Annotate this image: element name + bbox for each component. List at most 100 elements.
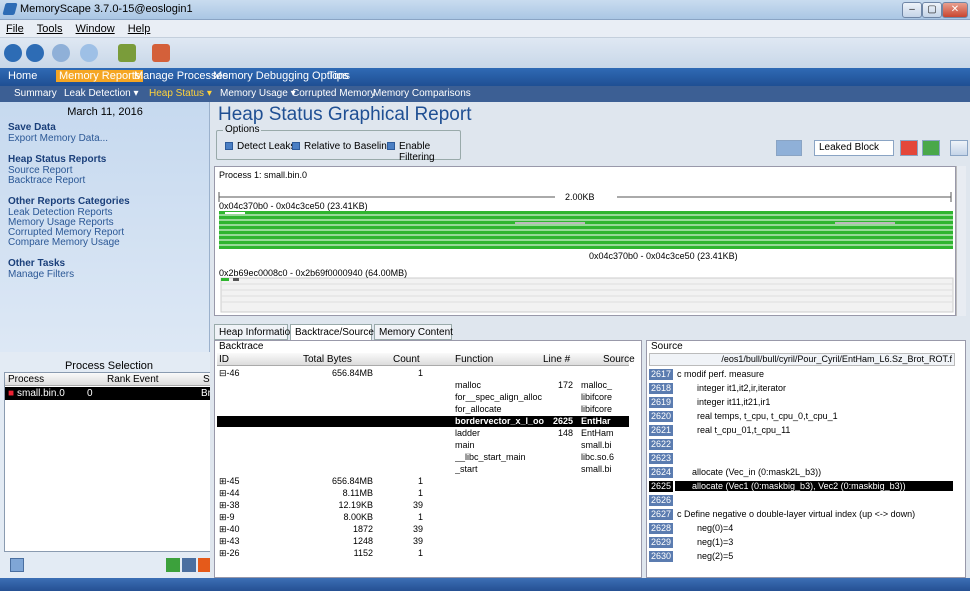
source-line[interactable]: 2623	[649, 453, 955, 465]
bug-icon[interactable]	[118, 44, 136, 62]
enable-filtering-checkbox[interactable]	[387, 142, 395, 150]
manage-filters-link[interactable]: Manage Filters	[8, 269, 74, 280]
bt-function: _start	[455, 464, 478, 474]
play-icon[interactable]	[166, 558, 180, 572]
source-line[interactable]: 2626	[649, 495, 955, 507]
bt-line: 172	[557, 380, 573, 390]
source-line[interactable]: 2620 real temps, t_cpu, t_cpu_0,t_cpu_1	[649, 411, 955, 423]
back-icon[interactable]	[4, 44, 22, 62]
tab-memory-content[interactable]: Memory Content	[374, 324, 453, 340]
process-icon[interactable]	[10, 558, 24, 572]
graph-scrollbar[interactable]	[956, 166, 966, 316]
source-line[interactable]: 2624 allocate (Vec_in (0:mask2L_b3))	[649, 467, 955, 479]
subtab-heap-status[interactable]: Heap Status ▾	[149, 88, 212, 99]
refresh-icon[interactable]	[52, 44, 70, 62]
block-type-select[interactable]: Leaked Block	[814, 140, 894, 156]
source-line[interactable]: 2625 allocate (Vec1 (0:maskbig_b3), Vec2…	[649, 481, 955, 493]
other-reports-heading: Other Reports Categories	[8, 196, 130, 207]
backtrace-row[interactable]: bordervector_x_l_oo 2625 EntHar	[217, 416, 629, 427]
tab-memory-reports[interactable]: Memory Reports	[56, 70, 144, 82]
bt-source: libifcore	[581, 392, 613, 402]
backtrace-report-link[interactable]: Backtrace Report	[8, 175, 85, 186]
tab-tips[interactable]: Tips	[328, 70, 348, 82]
subtab-leak-detection[interactable]: Leak Detection ▾	[64, 88, 139, 99]
bt-source: small.bi	[581, 440, 612, 450]
source-line[interactable]: 2629 neg(1)=3	[649, 537, 955, 549]
export-memory-data-link[interactable]: Export Memory Data...	[8, 133, 108, 144]
backtrace-row[interactable]: for_allocate libifcore	[217, 404, 629, 415]
home-icon[interactable]	[80, 44, 98, 62]
backtrace-row[interactable]: ⊞-38 12.19KB 39	[217, 500, 629, 511]
color-icon[interactable]	[900, 140, 918, 156]
source-line[interactable]: 2627 c Define negative o double-layer vir…	[649, 509, 955, 521]
subtab-memory-usage[interactable]: Memory Usage ▾	[220, 88, 296, 99]
source-line[interactable]: 2617 c modif perf. measure	[649, 369, 955, 381]
source-path: /eos1/bull/bull/cyril/Pour_Cyril/EntHam_…	[649, 353, 955, 366]
report-area: Heap Status Graphical Report Options Det…	[210, 102, 970, 578]
backtrace-row[interactable]: malloc 172 malloc_	[217, 380, 629, 391]
compare-memory-usage-link[interactable]: Compare Memory Usage	[8, 237, 120, 248]
backtrace-row[interactable]: ⊞-43 1248 39	[217, 536, 629, 547]
line-number: 2630	[649, 551, 673, 562]
backtrace-row[interactable]: _start small.bi	[217, 464, 629, 475]
pause-icon[interactable]	[182, 558, 196, 572]
heap-graph[interactable]: Process 1: small.bin.0 2.00KB 0x04c370b0…	[214, 166, 956, 316]
menu-file[interactable]: File	[6, 23, 24, 35]
detect-leaks-checkbox[interactable]	[225, 142, 233, 150]
graph-range2-label: 0x2b69ec0008c0 - 0x2b69f0000940 (64.00MB…	[219, 268, 408, 278]
col-process[interactable]: Process	[8, 374, 44, 385]
backtrace-row[interactable]: ladder 148 EntHam	[217, 428, 629, 439]
source-line[interactable]: 2621 real t_cpu_01,t_cpu_11	[649, 425, 955, 437]
subtab-memory-comparisons[interactable]: Memory Comparisons	[373, 88, 471, 99]
menu-help[interactable]: Help	[128, 23, 151, 35]
col-event[interactable]: Event	[133, 374, 159, 385]
bt-count: 39	[412, 536, 423, 546]
relative-baseline-checkbox[interactable]	[292, 142, 300, 150]
subtab-summary[interactable]: Summary	[14, 88, 57, 99]
col-rank[interactable]: Rank	[107, 374, 130, 385]
bt-id: ⊞-44	[219, 488, 240, 498]
bt-bytes: 656.84MB	[331, 476, 373, 486]
tab-backtrace-source[interactable]: Backtrace/Source	[290, 324, 374, 340]
maximize-button[interactable]: ▢	[922, 2, 942, 18]
close-button[interactable]: ✕	[942, 2, 968, 18]
minimize-button[interactable]: –	[902, 2, 922, 18]
tab-heap-information[interactable]: Heap Information	[214, 324, 296, 340]
menu-window[interactable]: Window	[76, 23, 115, 35]
source-line[interactable]: 2630 neg(2)=5	[649, 551, 955, 563]
backtrace-row[interactable]: __libc_start_main libc.so.6	[217, 452, 629, 463]
menu-tools[interactable]: Tools	[37, 23, 63, 35]
col-total-bytes[interactable]: Total Bytes	[303, 354, 352, 365]
zoom-icon[interactable]	[776, 140, 802, 156]
backtrace-row[interactable]: ⊟-46 656.84MB 1	[217, 368, 629, 379]
backtrace-row[interactable]: ⊞-45 656.84MB 1	[217, 476, 629, 487]
col-id[interactable]: ID	[219, 354, 229, 365]
source-line[interactable]: 2628 neg(0)=4	[649, 523, 955, 535]
backtrace-row[interactable]: ⊞-26 1152 1	[217, 548, 629, 559]
col-source[interactable]: Source	[603, 354, 635, 365]
bt-line: 148	[557, 428, 573, 438]
col-count[interactable]: Count	[393, 354, 420, 365]
backtrace-row[interactable]: for__spec_align_alloc libifcore	[217, 392, 629, 403]
bt-source: small.bi	[581, 464, 612, 474]
col-line[interactable]: Line #	[543, 354, 570, 365]
subtab-corrupted-memory[interactable]: Corrupted Memory	[292, 88, 375, 99]
tab-home[interactable]: Home	[8, 70, 37, 82]
source-line[interactable]: 2622	[649, 439, 955, 451]
refresh-graph-icon[interactable]	[922, 140, 940, 156]
options-icon[interactable]	[950, 140, 968, 156]
bt-bytes: 1872	[352, 524, 373, 534]
source-line[interactable]: 2619 integer it11,it21,ir1	[649, 397, 955, 409]
backtrace-row[interactable]: main small.bi	[217, 440, 629, 451]
forward-icon[interactable]	[26, 44, 44, 62]
process-row[interactable]: ■ small.bin.0 0 Bre	[5, 387, 217, 400]
backtrace-row[interactable]: ⊞-40 1872 39	[217, 524, 629, 535]
backtrace-row[interactable]: ⊞-9 8.00KB 1	[217, 512, 629, 523]
col-function[interactable]: Function	[455, 354, 493, 365]
backtrace-panel: Backtrace ID Total Bytes Count Function …	[214, 340, 642, 578]
line-number: 2629	[649, 537, 673, 548]
bt-id: ⊞-45	[219, 476, 240, 486]
config-icon[interactable]	[152, 44, 170, 62]
source-line[interactable]: 2618 integer it1,it2,ir,iterator	[649, 383, 955, 395]
backtrace-row[interactable]: ⊞-44 8.11MB 1	[217, 488, 629, 499]
